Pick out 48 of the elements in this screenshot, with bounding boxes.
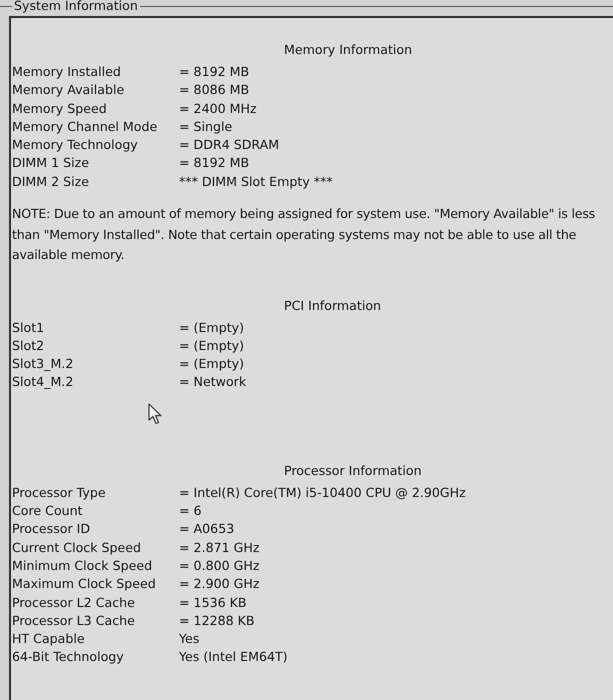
- field-label: Processor L2 Cache: [12, 594, 136, 612]
- field-value: = Network: [179, 373, 248, 392]
- mouse-pointer-icon: [148, 403, 162, 425]
- field-value: = 8192 MB: [179, 154, 250, 172]
- field-value: Yes: [179, 630, 200, 648]
- section-heading: Memory Information: [284, 41, 414, 59]
- field-value: = 12288 KB: [179, 612, 256, 630]
- field-label: Maximum Clock Speed: [12, 575, 157, 594]
- field-label: 64-Bit Technology: [12, 648, 125, 666]
- field-value: Yes (Intel EM64T): [179, 648, 289, 666]
- field-value: = 8086 MB: [179, 81, 250, 100]
- field-value: = 1536 KB: [179, 594, 248, 612]
- field-label: Processor Type: [12, 484, 107, 502]
- field-label: Memory Technology: [12, 136, 139, 154]
- field-value: = DDR4 SDRAM: [179, 136, 280, 154]
- field-value: = A0653: [179, 520, 236, 538]
- note-text: NOTE: Due to an amount of memory being assigned for system use. "Memory Available" is less than "Memory Installed". Note that certain operating systems may not be able to use all the available memory.: [12, 205, 596, 264]
- field-label: DIMM 1 Size: [12, 154, 90, 172]
- field-label: Current Clock Speed: [12, 538, 142, 557]
- field-label: Slot3_M.2: [12, 355, 74, 374]
- field-label: Slot2: [12, 336, 46, 355]
- field-value: *** DIMM Slot Empty ***: [179, 172, 334, 191]
- field-label: Memory Speed: [12, 100, 108, 118]
- field-value: = (Empty): [179, 355, 245, 374]
- group-box-title: System Information: [13, 0, 139, 12]
- field-value: = 8192 MB: [179, 63, 250, 81]
- field-label: Processor ID: [12, 520, 92, 538]
- field-value: = 2.871 GHz: [179, 538, 260, 557]
- field-value: = 6: [179, 502, 203, 520]
- section-heading: Processor Information: [284, 462, 423, 480]
- field-label: Slot1: [12, 318, 46, 337]
- field-label: DIMM 2 Size: [12, 172, 90, 191]
- field-label: Memory Installed: [12, 63, 122, 81]
- field-value: = (Empty): [179, 336, 245, 355]
- field-label: Minimum Clock Speed: [12, 556, 154, 575]
- field-value: = Single: [179, 118, 234, 136]
- field-label: Memory Available: [12, 81, 126, 100]
- field-label: Memory Channel Mode: [12, 118, 158, 136]
- field-value: = 2.900 GHz: [179, 575, 260, 594]
- field-value: = Intel(R) Core(TM) i5-10400 CPU @ 2.90GHz: [179, 484, 467, 502]
- field-label: Core Count: [12, 502, 84, 520]
- field-label: Slot4_M.2: [12, 373, 74, 392]
- field-value: = 0.800 GHz: [179, 556, 260, 575]
- field-value: = (Empty): [179, 318, 245, 337]
- field-label: Processor L3 Cache: [12, 612, 136, 630]
- section-heading: PCI Information: [284, 296, 382, 315]
- field-label: HT Capable: [12, 630, 86, 648]
- field-value: = 2400 MHz: [179, 100, 258, 118]
